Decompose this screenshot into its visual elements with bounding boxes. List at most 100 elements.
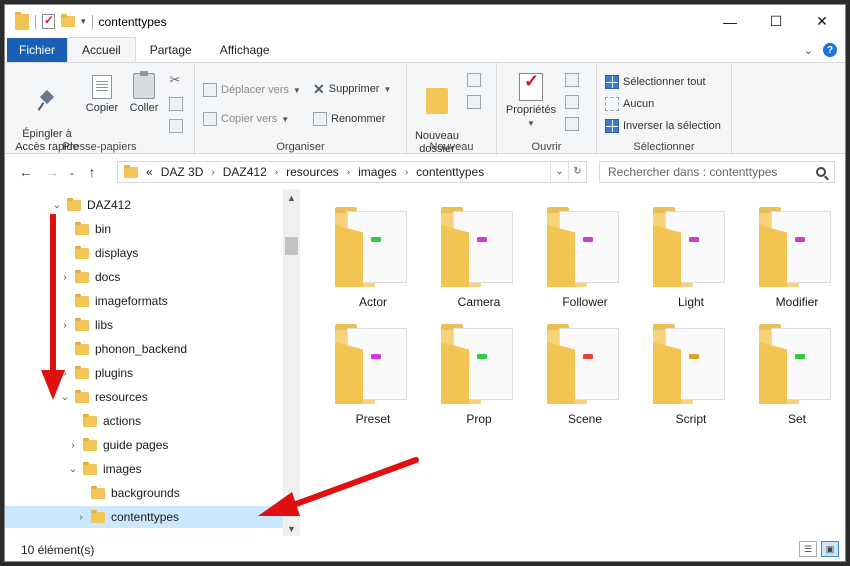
tree-item-displays[interactable]: displays — [5, 242, 283, 264]
easy-access-button[interactable] — [467, 95, 481, 113]
folder-item[interactable]: Preset — [323, 324, 423, 436]
refresh-icon[interactable]: ↻ — [568, 162, 586, 182]
copy-button[interactable]: Copier — [85, 75, 119, 115]
tree-item-images[interactable]: ⌄ images — [5, 458, 283, 480]
tree-item-libs[interactable]: › libs — [5, 314, 283, 336]
move-to-button[interactable]: Déplacer vers ▼ — [203, 83, 301, 97]
scroll-down-icon[interactable]: ▼ — [283, 524, 300, 534]
collapse-chevron-icon[interactable]: ⌄ — [51, 200, 63, 211]
folder-item[interactable]: Scene — [535, 324, 635, 436]
copy-path-button[interactable] — [169, 97, 183, 115]
tab-accueil[interactable]: Accueil — [67, 37, 136, 62]
tab-affichage[interactable]: Affichage — [206, 38, 284, 62]
tab-fichier[interactable]: Fichier — [7, 38, 68, 62]
open-button[interactable] — [565, 73, 579, 91]
nav-pane-scrollbar[interactable]: ▲ ▼ — [283, 189, 300, 536]
invert-selection-button[interactable]: Inverser la sélection — [605, 119, 721, 133]
folder-item[interactable]: Set — [747, 324, 845, 436]
folder-item[interactable]: Prop — [429, 324, 529, 436]
rename-button[interactable]: Renommer — [313, 112, 385, 126]
tree-item-bin[interactable]: bin — [5, 218, 283, 240]
back-arrow-icon[interactable]: ← — [13, 164, 39, 180]
edit-button[interactable] — [565, 95, 579, 113]
breadcrumb-daz3d[interactable]: DAZ 3D — [161, 165, 204, 179]
tree-item-backgrounds[interactable]: backgrounds — [5, 482, 283, 504]
breadcrumb-overflow[interactable]: « — [146, 165, 153, 179]
new-item-icon — [467, 73, 481, 87]
history-button[interactable] — [565, 117, 579, 135]
tree-item-phonon-backend[interactable]: phonon_backend — [5, 338, 283, 360]
folder-icon — [75, 317, 89, 331]
folder-item[interactable]: Modifier — [747, 207, 845, 319]
properties-quick-icon[interactable] — [42, 13, 55, 29]
tree-label: plugins — [95, 366, 134, 380]
open-icon — [565, 73, 579, 87]
tree-item-guide-pages[interactable]: › guide pages — [5, 434, 283, 456]
folder-icon — [335, 324, 411, 404]
help-icon[interactable]: ? — [823, 43, 837, 57]
select-all-button[interactable]: Sélectionner tout — [605, 75, 706, 89]
expand-chevron-icon[interactable]: › — [59, 272, 71, 283]
breadcrumb-daz412[interactable]: DAZ412 — [223, 165, 267, 179]
folder-item[interactable]: Script — [641, 324, 741, 436]
large-icons-view-icon[interactable]: ▣ — [821, 541, 839, 557]
breadcrumb-chevron-icon[interactable]: › — [405, 167, 408, 178]
expand-chevron-icon[interactable]: › — [59, 320, 71, 331]
tree-item-plugins[interactable]: › plugins — [5, 362, 283, 384]
select-none-button[interactable]: Aucun — [605, 97, 654, 111]
breadcrumb-chevron-icon[interactable]: › — [211, 167, 214, 178]
tab-partage[interactable]: Partage — [136, 38, 206, 62]
tree-item-imageformats[interactable]: imageformats — [5, 290, 283, 312]
tree-item-daz412[interactable]: ⌄ DAZ412 — [5, 194, 283, 216]
breadcrumb-chevron-icon[interactable]: › — [347, 167, 350, 178]
tree-item-contenttypes[interactable]: › contenttypes — [5, 506, 283, 528]
folder-item[interactable]: Actor — [323, 207, 423, 319]
recent-locations-icon[interactable]: ⌄ — [65, 168, 79, 177]
up-arrow-icon[interactable]: ↑ — [79, 164, 105, 180]
maximize-button[interactable]: ☐ — [753, 5, 799, 38]
collapse-ribbon-icon[interactable]: ⌄ — [804, 44, 813, 57]
breadcrumb-resources[interactable]: resources — [286, 165, 339, 179]
folder-item[interactable]: Light — [641, 207, 741, 319]
scroll-up-icon[interactable]: ▲ — [283, 193, 300, 203]
properties-button[interactable]: Propriétés ▼ — [503, 73, 559, 130]
tree-item-resources[interactable]: ⌄ resources — [5, 386, 283, 408]
close-button[interactable]: ✕ — [799, 5, 845, 38]
minimize-button[interactable]: — — [707, 5, 753, 38]
delete-button[interactable]: ✕ Supprimer ▼ — [313, 82, 391, 96]
address-bar[interactable]: « DAZ 3D › DAZ412 › resources › images ›… — [117, 161, 587, 183]
breadcrumb-chevron-icon[interactable]: › — [275, 167, 278, 178]
details-view-icon[interactable]: ☰ — [799, 541, 817, 557]
forward-arrow-icon[interactable]: → — [39, 164, 65, 180]
tree-item-docs[interactable]: › docs — [5, 266, 283, 288]
copy-to-button[interactable]: Copier vers ▼ — [203, 112, 289, 126]
folder-item[interactable]: Camera — [429, 207, 529, 319]
tree-item-actions[interactable]: actions — [5, 410, 283, 432]
cut-button[interactable]: ✂ — [168, 73, 182, 88]
collapse-chevron-icon[interactable]: ⌄ — [67, 464, 79, 475]
new-folder-quick-icon[interactable] — [61, 14, 75, 27]
paste-shortcut-button[interactable] — [169, 119, 183, 137]
search-box[interactable]: Rechercher dans : contenttypes — [599, 161, 835, 183]
tree-label: DAZ412 — [87, 198, 132, 212]
new-item-button[interactable] — [467, 73, 481, 91]
customize-quick-access-icon[interactable]: ▾ — [81, 16, 86, 27]
folder-label: Prop — [466, 412, 492, 426]
folder-icon — [75, 341, 89, 355]
content-type-badge — [795, 237, 805, 242]
breadcrumb-contenttypes[interactable]: contenttypes — [416, 165, 484, 179]
expand-chevron-icon[interactable]: › — [59, 368, 71, 379]
breadcrumb-images[interactable]: images — [358, 165, 397, 179]
address-dropdown-icon[interactable]: ⌄ — [550, 162, 568, 182]
item-count: 10 élément(s) — [21, 542, 95, 557]
search-icon — [816, 167, 826, 177]
folder-label: Modifier — [775, 295, 819, 309]
folder-item[interactable]: Follower — [535, 207, 635, 319]
expand-chevron-icon[interactable]: › — [75, 512, 87, 523]
paste-button[interactable]: Coller — [127, 71, 161, 115]
scrollbar-thumb[interactable] — [285, 237, 298, 255]
expand-chevron-icon[interactable]: › — [67, 440, 79, 451]
select-all-icon — [605, 75, 619, 89]
folder-icon — [91, 509, 105, 523]
collapse-chevron-icon[interactable]: ⌄ — [59, 392, 71, 403]
